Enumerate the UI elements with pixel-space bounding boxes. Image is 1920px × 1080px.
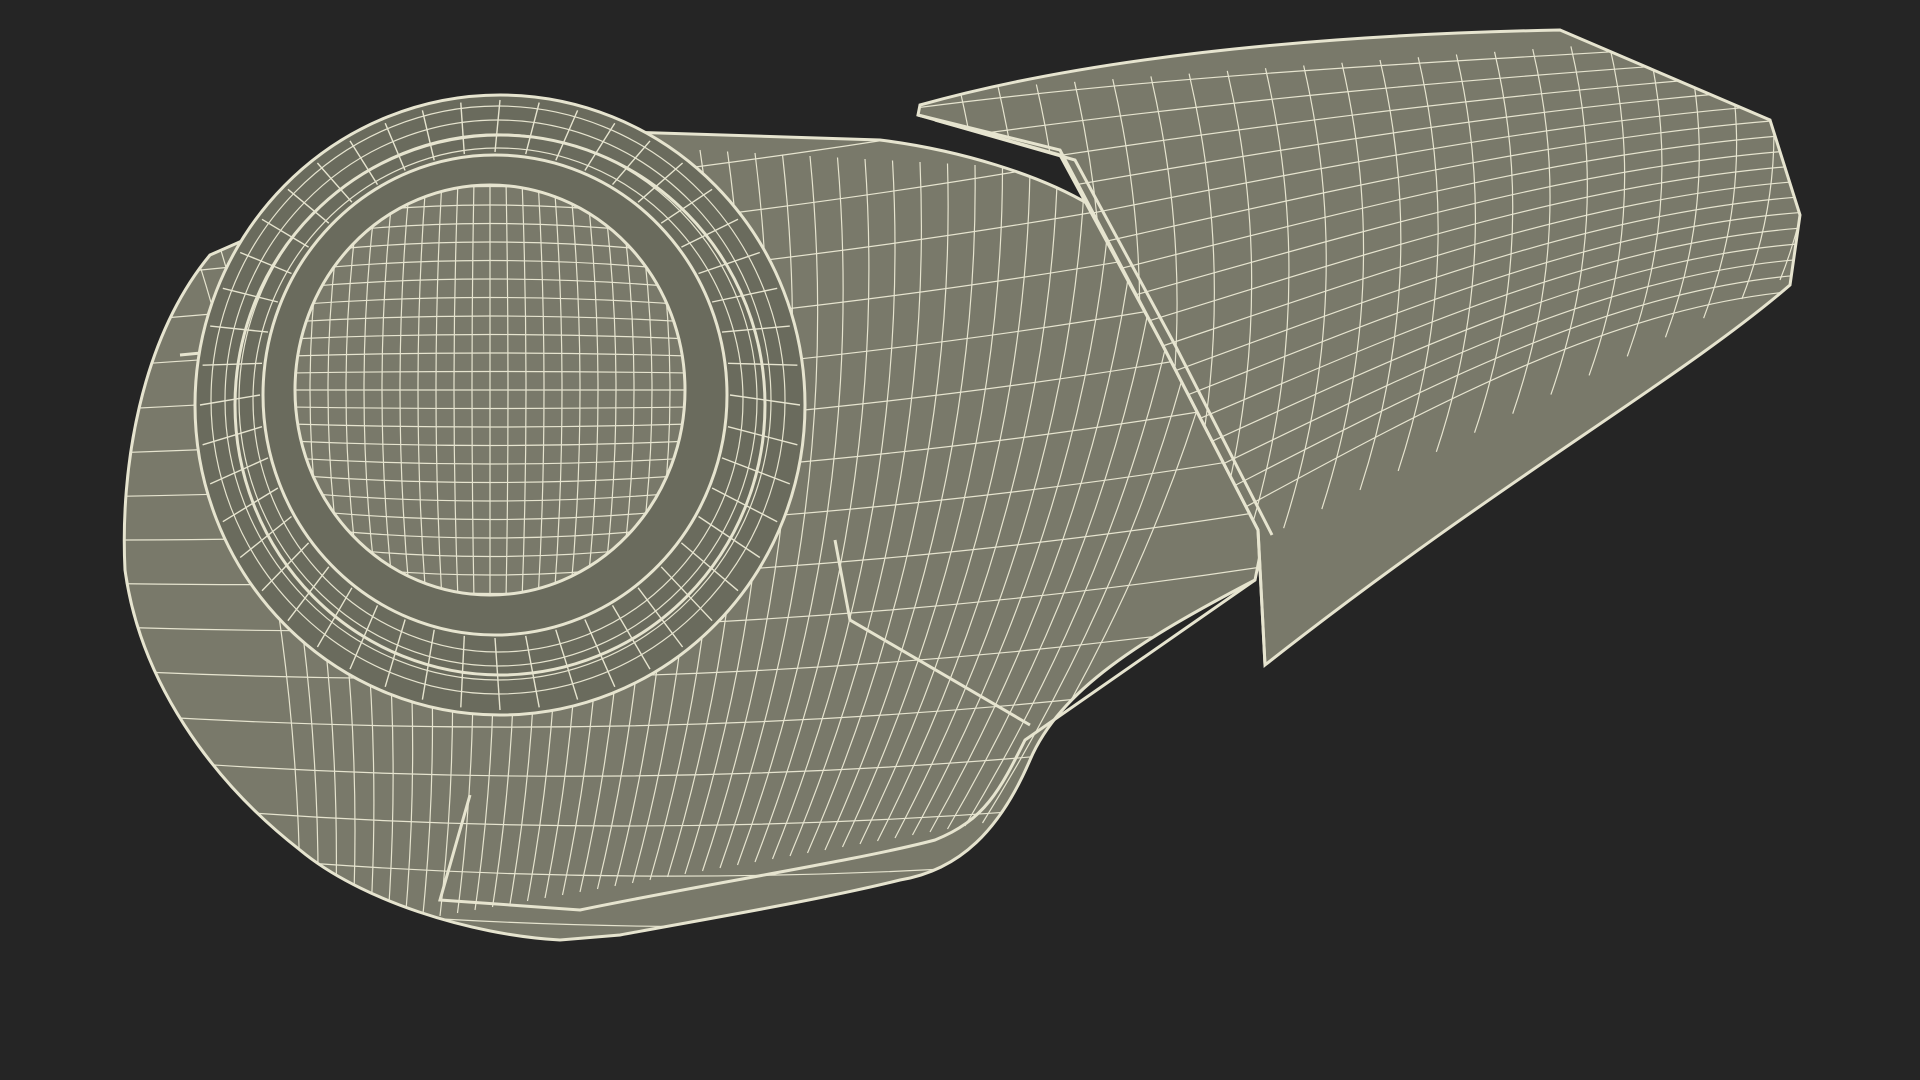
mesh-edge <box>124 929 1265 940</box>
wireframe-render <box>122 28 1802 942</box>
render-viewport <box>0 0 1920 1080</box>
